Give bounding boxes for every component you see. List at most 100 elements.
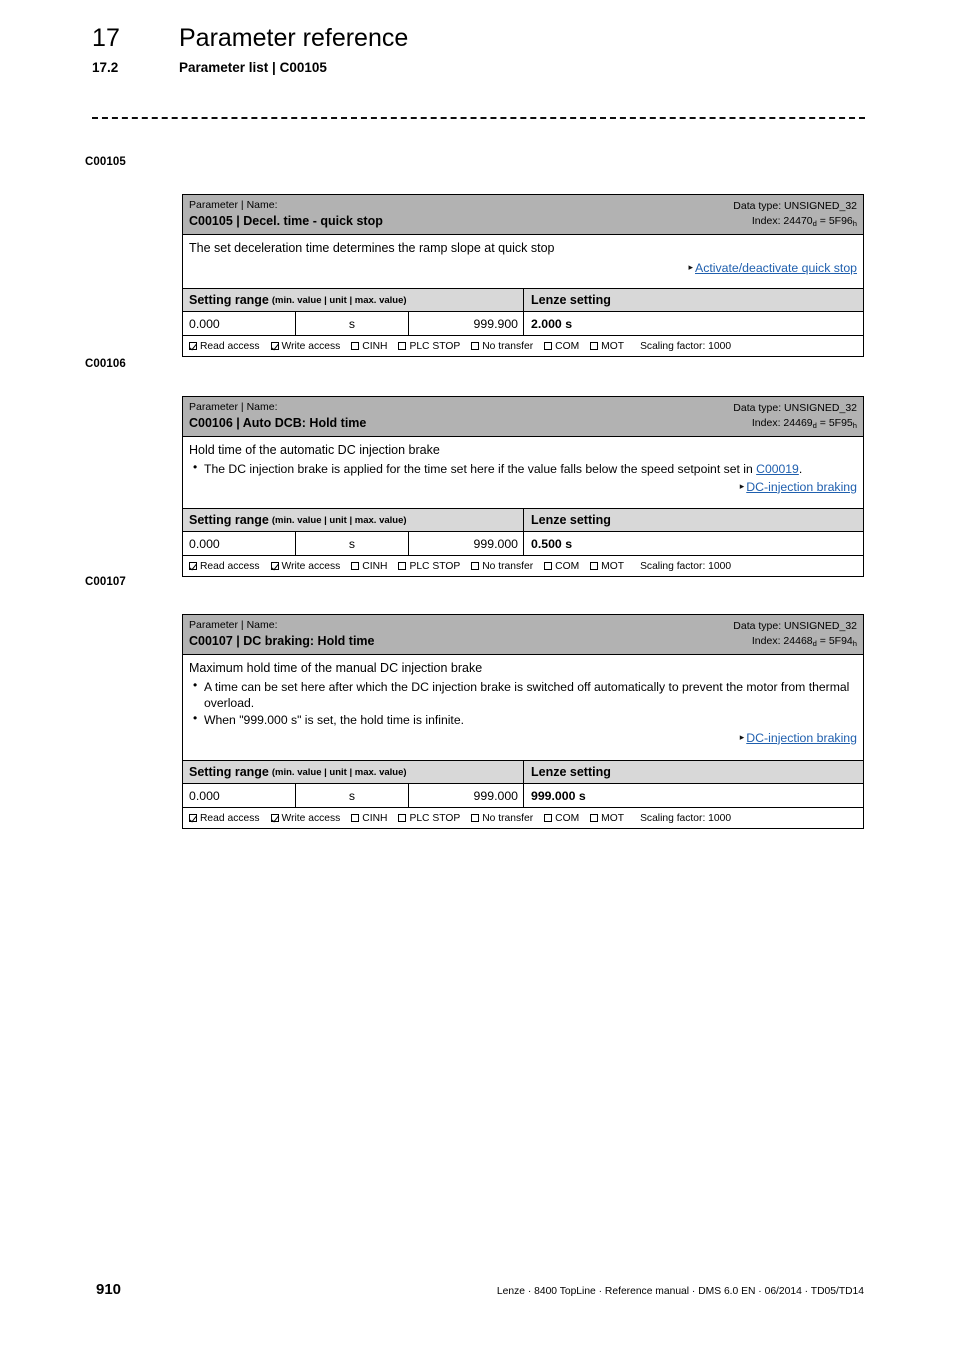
cross-reference-row: ▸ DC-injection braking — [189, 479, 857, 496]
index-hex-sub: h — [852, 219, 857, 229]
list-item: The DC injection brake is applied for th… — [189, 460, 857, 477]
index-dec: 24469 — [783, 416, 813, 429]
margin-label-c00106: C00106 — [85, 358, 126, 370]
setting-range-header: Setting range (min. value | unit | max. … — [183, 509, 863, 533]
flag-plc-stop: PLC STOP — [398, 341, 460, 352]
checkbox-unchecked-icon — [590, 562, 599, 571]
lenze-setting-value: 999.000 s — [531, 788, 586, 803]
setting-values-row: 0.000 s 999.000 999.000 s — [183, 784, 863, 809]
index-hex: 5F96 — [828, 214, 853, 227]
chapter-number: 17 — [92, 24, 121, 52]
index-dec-sub: d — [812, 219, 817, 229]
flag-label: Write access — [281, 340, 341, 352]
checkbox-unchecked-icon — [590, 342, 599, 351]
cross-reference-link[interactable]: Activate/deactivate quick stop — [695, 261, 857, 275]
inline-parameter-link[interactable]: C00019 — [756, 462, 799, 476]
setting-range-subtitle: (min. value | unit | max. value) — [271, 514, 407, 526]
flag-plc-stop: PLC STOP — [398, 813, 460, 824]
scaling-factor: Scaling factor: 1000 — [640, 340, 732, 352]
cross-reference-row: ▸ Activate/deactivate quick stop — [189, 260, 857, 277]
parameter-name: C00106 | Auto DCB: Hold time — [189, 416, 367, 431]
setting-range-title-cell: Setting range (min. value | unit | max. … — [183, 761, 524, 784]
flag-label: MOT — [601, 340, 625, 352]
checkbox-unchecked-icon — [590, 814, 599, 823]
flag-plc-stop: PLC STOP — [398, 561, 460, 572]
checkbox-unchecked-icon — [544, 814, 553, 823]
flag-write-access: Write access — [270, 560, 341, 572]
chapter-title: Parameter reference — [179, 24, 409, 52]
lenze-setting-title: Lenze setting — [531, 293, 611, 308]
min-value: 0.000 — [183, 312, 296, 336]
index-label: Index: — [751, 416, 781, 429]
flag-mot: MOT — [590, 341, 624, 352]
cross-reference-row: ▸ DC-injection braking — [189, 730, 857, 747]
data-type: Data type: UNSIGNED_32 — [733, 402, 857, 414]
flag-label: PLC STOP — [409, 340, 461, 352]
setting-values-row: 0.000 s 999.000 0.500 s — [183, 532, 863, 557]
parameter-description: Maximum hold time of the manual DC injec… — [183, 655, 863, 762]
index-hex: 5F94 — [828, 634, 853, 647]
parameter-header-left: Parameter | Name: C00107 | DC braking: H… — [189, 619, 375, 649]
flag-read-access: Read access — [189, 813, 260, 824]
index-hex-sub: h — [852, 421, 857, 431]
lenze-setting-title-cell: Lenze setting — [524, 761, 863, 783]
index-value: Index: 24469d = 5F95h — [751, 416, 857, 431]
index-label: Index: — [751, 634, 781, 647]
margin-label-c00107: C00107 — [85, 576, 126, 588]
flag-label: PLC STOP — [409, 812, 461, 824]
unit-value: s — [296, 312, 409, 336]
flag-label: No transfer — [482, 812, 534, 824]
flag-label: CINH — [362, 560, 388, 572]
flag-label: PLC STOP — [409, 560, 461, 572]
flag-com: COM — [544, 341, 579, 352]
description-bullet-list: The DC injection brake is applied for th… — [189, 460, 857, 477]
index-value: Index: 24468d = 5F94h — [751, 634, 857, 649]
section-number: 17.2 — [92, 60, 119, 75]
flag-no-transfer: No transfer — [471, 561, 533, 572]
max-value: 999.000 — [409, 532, 524, 556]
lenze-setting-title-cell: Lenze setting — [524, 289, 863, 311]
max-value: 999.000 — [409, 784, 524, 808]
checkbox-unchecked-icon — [398, 342, 407, 351]
min-value: 0.000 — [183, 784, 296, 808]
margin-label-c00105: C00105 — [85, 156, 126, 168]
setting-range-header: Setting range (min. value | unit | max. … — [183, 289, 863, 313]
flag-write-access: Write access — [270, 813, 340, 824]
lenze-setting-value: 0.500 s — [531, 536, 573, 551]
checkbox-unchecked-icon — [471, 342, 480, 351]
flag-label: No transfer — [482, 560, 534, 572]
min-value: 0.000 — [183, 532, 296, 556]
cross-reference-link[interactable]: DC-injection braking — [746, 731, 857, 745]
checkbox-checked-icon — [189, 342, 197, 351]
parameter-header-left: Parameter | Name: C00106 | Auto DCB: Hol… — [189, 401, 366, 431]
flag-no-transfer: No transfer — [471, 813, 533, 824]
parameter-table-c00105: Parameter | Name: C00105 | Decel. time -… — [182, 194, 864, 358]
setting-range-title-cell: Setting range (min. value | unit | max. … — [183, 509, 524, 532]
index-hex-sub: h — [852, 639, 857, 649]
cross-reference-link[interactable]: DC-injection braking — [746, 480, 857, 494]
header-divider — [92, 117, 865, 119]
index-value: Index: 24470d = 5F96h — [751, 214, 857, 229]
flag-read-access: Read access — [189, 561, 260, 572]
flag-mot: MOT — [590, 561, 624, 572]
footer-text: Lenze · 8400 TopLine · Reference manual … — [496, 1286, 864, 1297]
triangle-right-icon: ▸ — [739, 481, 745, 492]
flag-label: CINH — [362, 340, 388, 352]
index-label: Index: — [751, 214, 781, 227]
unit-value: s — [296, 532, 409, 556]
setting-range-title: Setting range — [189, 513, 269, 528]
checkbox-unchecked-icon — [351, 562, 360, 571]
flag-cinh: CINH — [351, 341, 387, 352]
lenze-setting-value: 2.000 s — [531, 316, 573, 331]
parameter-name-label: Parameter | Name: — [189, 401, 278, 413]
parameter-name-label: Parameter | Name: — [189, 619, 278, 631]
header-section-row: 17.2 Parameter list | C00105 — [92, 60, 872, 75]
triangle-right-icon: ▸ — [688, 262, 693, 273]
parameter-table-c00107: Parameter | Name: C00107 | DC braking: H… — [182, 614, 864, 830]
flag-label: Read access — [200, 340, 260, 352]
flag-label: Write access — [281, 560, 341, 572]
parameter-header: Parameter | Name: C00105 | Decel. time -… — [183, 195, 863, 236]
flag-label: COM — [555, 340, 580, 352]
index-dec-sub: d — [812, 421, 817, 431]
flag-label: CINH — [362, 812, 388, 824]
